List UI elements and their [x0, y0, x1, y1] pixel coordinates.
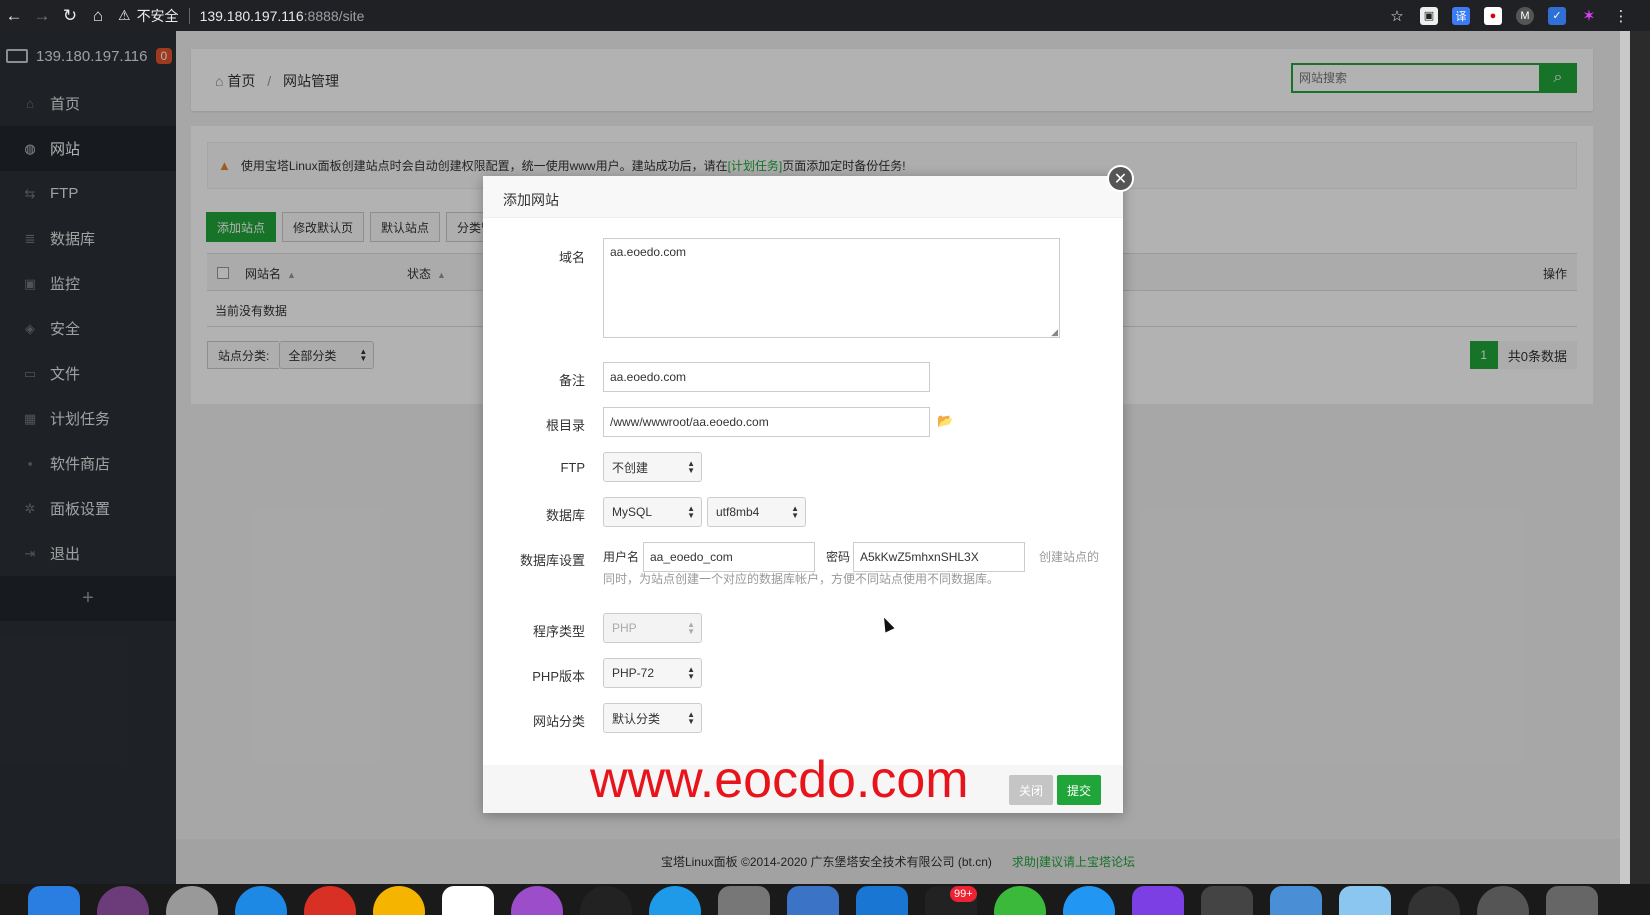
database-label: 数据库 [545, 508, 585, 523]
trash-icon[interactable] [1546, 886, 1598, 915]
db-hint-2: 同时，为站点创建一个对应的数据库帐户，方便不同站点使用不同数据库。 [603, 572, 1000, 586]
php-version-label: PHP版本 [532, 669, 585, 684]
php-version-value: PHP-72 [612, 666, 655, 680]
program-type-label: 程序类型 [532, 624, 585, 639]
program-type-select: PHP ▲ ▼ [603, 613, 702, 643]
root-label: 根目录 [545, 418, 585, 433]
insecure-label: 不安全 [136, 7, 179, 24]
back-icon[interactable]: ← [0, 2, 28, 30]
site-category-label: 网站分类 [532, 714, 585, 729]
db-pass-label: 密码 [826, 550, 851, 564]
app-icon[interactable] [1063, 886, 1115, 915]
launchpad-icon[interactable] [166, 886, 218, 915]
db-settings-label: 数据库设置 [519, 553, 585, 568]
extension-icon[interactable]: ● [1484, 6, 1502, 25]
finder-icon[interactable] [28, 886, 80, 915]
app-icon[interactable] [1339, 886, 1391, 915]
site-category-value: 默认分类 [612, 711, 661, 726]
scrollbar-thumb[interactable] [1620, 31, 1630, 884]
safari-icon[interactable] [235, 886, 287, 915]
podcasts-icon[interactable] [511, 886, 563, 915]
siri-icon[interactable] [97, 886, 149, 915]
home-browser-icon[interactable]: ⌂ [84, 2, 112, 30]
menu-dots-icon[interactable]: ⋮ [1612, 7, 1630, 25]
appstore-icon[interactable] [649, 886, 701, 915]
select-arrows-icon: ▲ ▼ [687, 710, 695, 726]
db-hint-1: 创建站点的 [1039, 550, 1100, 564]
resize-grip-icon[interactable]: ◢ [1051, 328, 1058, 337]
domain-textarea[interactable]: aa.eoedo.com ◢ [603, 238, 1060, 338]
program-type-value: PHP [612, 621, 637, 635]
folder-open-icon[interactable]: 📂 [937, 413, 953, 429]
url-host: 139.180.197.116 [199, 7, 304, 24]
remark-input[interactable]: aa.eoedo.com [603, 362, 930, 392]
outlook-icon[interactable] [856, 886, 908, 915]
root-dir-input[interactable]: /www/wwwroot/aa.eoedo.com [603, 407, 930, 437]
url-separator [188, 7, 190, 24]
ftp-label: FTP [560, 460, 585, 475]
root-dir-value: /www/wwwroot/aa.eoedo.com [610, 415, 769, 429]
app-icon[interactable] [1132, 886, 1184, 915]
reload-icon[interactable]: ↻ [56, 2, 84, 30]
domain-value: aa.eoedo.com [610, 245, 687, 259]
app-icon[interactable] [1477, 886, 1529, 915]
modal-close-icon[interactable]: ✕ [1107, 165, 1134, 192]
settings-icon[interactable] [718, 886, 770, 915]
page-scrollbar[interactable] [1620, 31, 1650, 884]
ftp-select-value: 不创建 [612, 460, 649, 475]
app-icon[interactable] [580, 886, 632, 915]
wechat-icon[interactable] [994, 886, 1046, 915]
url-path: :8888/site [303, 7, 365, 24]
db-pass-value: A5kKwZ5mhxnSHL3X [860, 550, 979, 564]
ftp-select[interactable]: 不创建 ▲ ▼ [603, 452, 702, 482]
extensions-bar: ☆ ▣ 译 ● M ✓ ✶ ⋮ [1388, 0, 1630, 31]
extension-icon[interactable]: ✶ [1580, 7, 1598, 25]
warning-icon: ⚠ [118, 7, 131, 23]
forward-icon[interactable]: → [28, 2, 56, 30]
extension-icon[interactable]: ▣ [1420, 6, 1438, 25]
site-category-select[interactable]: 默认分类 ▲ ▼ [603, 703, 702, 733]
remark-label: 备注 [558, 373, 585, 388]
macos-dock: 99+ [0, 884, 1650, 915]
db-user-label: 用户名 [603, 550, 640, 564]
preview-icon[interactable] [787, 886, 839, 915]
modal-title: 添加网站 [483, 176, 1123, 218]
chrome-icon[interactable] [304, 886, 356, 915]
photos-icon[interactable] [373, 886, 425, 915]
db-user-value: aa_eoedo_com [650, 550, 733, 564]
close-button[interactable]: 关闭 [1009, 775, 1054, 805]
submit-button[interactable]: 提交 [1057, 775, 1102, 805]
select-arrows-icon: ▲ ▼ [687, 665, 695, 681]
db-charset-select[interactable]: utf8mb4 ▲ ▼ [707, 497, 806, 527]
app-icon[interactable] [1408, 886, 1460, 915]
extension-icon[interactable]: M [1516, 6, 1534, 25]
extension-icon[interactable]: ✓ [1548, 6, 1566, 25]
remark-value: aa.eoedo.com [610, 370, 687, 384]
db-type-value: MySQL [612, 505, 653, 519]
domain-label: 域名 [558, 250, 585, 265]
music-icon[interactable] [442, 886, 494, 915]
select-arrows-icon: ▲ ▼ [687, 459, 695, 475]
browser-toolbar: ← → ↻ ⌂ ⚠ 不安全 139.180.197.116:8888/site … [0, 0, 1650, 31]
translate-icon[interactable]: 译 [1452, 6, 1470, 25]
video-editor-icon[interactable] [1201, 886, 1253, 915]
add-site-modal: 添加网站 域名 aa.eoedo.com ◢ 备注 aa.eoedo.com 根目… [483, 176, 1123, 813]
select-arrows-icon: ▲ ▼ [687, 504, 695, 520]
select-arrows-icon: ▲ ▼ [791, 504, 799, 520]
app-icon[interactable] [1270, 886, 1322, 915]
star-icon[interactable]: ☆ [1388, 7, 1406, 25]
php-version-select[interactable]: PHP-72 ▲ ▼ [603, 658, 702, 688]
db-type-select[interactable]: MySQL ▲ ▼ [603, 497, 702, 527]
db-charset-value: utf8mb4 [716, 505, 760, 519]
address-bar[interactable]: ⚠ 不安全 139.180.197.116:8888/site [118, 0, 364, 31]
app-icon[interactable]: 99+ [925, 886, 977, 915]
dock-badge: 99+ [950, 886, 977, 902]
select-arrows-icon: ▲ ▼ [687, 620, 695, 636]
watermark-text: www.eocdo.com [590, 751, 969, 809]
